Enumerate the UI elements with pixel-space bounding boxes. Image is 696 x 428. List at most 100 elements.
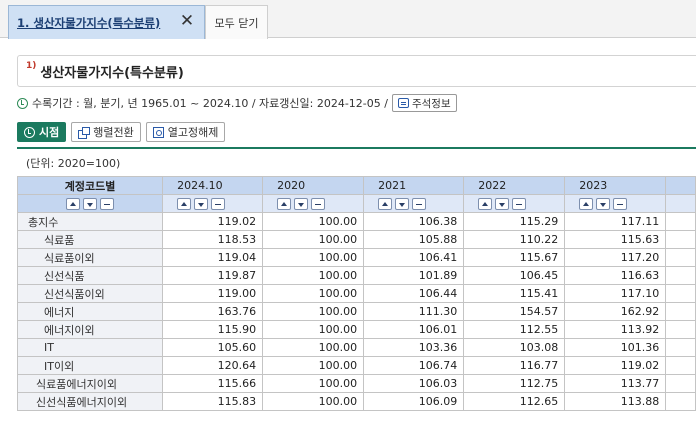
table-body: 총지수 119.02 100.00 106.38 115.29 117.11 식료품 118.…	[16, 212, 696, 411]
row-label[interactable]: 신선식품	[16, 266, 164, 285]
sort-controls	[468, 197, 560, 210]
time-point-button[interactable]: 시점	[17, 122, 67, 142]
column-header[interactable]: 2021	[363, 176, 465, 195]
value-cell: 112.65	[463, 392, 566, 411]
row-label[interactable]: 총지수	[16, 212, 164, 231]
value-cell: 100.00	[262, 392, 365, 411]
sort-ascending-icon[interactable]	[378, 197, 393, 210]
column-header-spacer	[665, 176, 696, 195]
collapse-icon[interactable]	[512, 197, 527, 210]
close-all-tabs-button[interactable]: 모두 닫기	[205, 5, 268, 39]
close-icon[interactable]: ✕	[178, 12, 196, 30]
value-cell: 119.02	[162, 212, 264, 231]
value-cell: 113.92	[564, 320, 667, 339]
collapse-icon[interactable]	[412, 197, 427, 210]
table-row: 식료품이외 119.04 100.00 106.41 115.67 117.20	[16, 248, 696, 267]
column-header[interactable]: 2020	[262, 176, 365, 195]
value-cell: 100.00	[262, 266, 365, 285]
sort-descending-icon[interactable]	[495, 197, 510, 210]
sort-controls-cell	[16, 194, 164, 213]
row-label[interactable]: IT	[16, 338, 164, 357]
value-cell: 106.03	[363, 374, 465, 393]
period-info: 수록기간 : 월, 분기, 년 1965.01 ~ 2024.10 / 자료갱신…	[32, 97, 388, 110]
value-cell: 117.10	[564, 284, 667, 303]
sort-controls-cell	[363, 194, 465, 213]
value-cell: 106.45	[463, 266, 566, 285]
table-row: 에너지이외 115.90 100.00 106.01 112.55 113.92	[16, 320, 696, 339]
pivot-button[interactable]: 행렬전환	[71, 122, 141, 142]
value-cell: 117.20	[564, 248, 667, 267]
row-label[interactable]: 식료품에너지이외	[16, 374, 164, 393]
column-header[interactable]: 2023	[564, 176, 667, 195]
value-cell: 100.00	[262, 374, 365, 393]
value-cell: 119.04	[162, 248, 264, 267]
value-cell: 106.44	[363, 284, 465, 303]
tab-label[interactable]: 1. 생산자물가지수(특수분류)	[17, 15, 160, 31]
sort-controls	[368, 197, 459, 210]
sort-ascending-icon[interactable]	[478, 197, 493, 210]
value-cell: 100.00	[262, 284, 365, 303]
table-row: 식료품 118.53 100.00 105.88 110.22 115.63	[16, 230, 696, 249]
row-label[interactable]: 에너지	[16, 302, 164, 321]
value-cell: 100.00	[262, 230, 365, 249]
tab-bar: 1. 생산자물가지수(특수분류) ✕ 모두 닫기	[0, 0, 696, 39]
row-label[interactable]: IT이외	[16, 356, 164, 375]
row-label[interactable]: 에너지이외	[16, 320, 164, 339]
sort-descending-icon[interactable]	[194, 197, 209, 210]
value-cell: 105.88	[363, 230, 465, 249]
table-row: 총지수 119.02 100.00 106.38 115.29 117.11	[16, 212, 696, 231]
controls-spacer	[665, 194, 696, 213]
value-cell: 115.41	[463, 284, 566, 303]
value-cell: 103.36	[363, 338, 465, 357]
sort-controls-cell	[162, 194, 264, 213]
sort-descending-icon[interactable]	[294, 197, 309, 210]
value-cell: 100.00	[262, 320, 365, 339]
note-info-button[interactable]: 주석정보	[391, 94, 457, 112]
row-label[interactable]: 식료품이외	[16, 248, 164, 267]
value-cell: 100.00	[262, 356, 365, 375]
value-cell: 106.01	[363, 320, 465, 339]
note-info-label: 주석정보	[411, 97, 451, 110]
table-row: 신선식품에너지이외 115.83 100.00 106.09 112.65 113.88	[16, 392, 696, 411]
comment-icon	[397, 98, 409, 108]
tab-producer-price-index[interactable]: 1. 생산자물가지수(특수분류) ✕	[8, 5, 205, 39]
sort-ascending-icon[interactable]	[579, 197, 594, 210]
collapse-icon[interactable]	[211, 197, 226, 210]
row-spacer	[665, 338, 696, 357]
row-label[interactable]: 신선식품에너지이외	[16, 392, 164, 411]
row-spacer	[665, 212, 696, 231]
column-header[interactable]: 2024.10	[162, 176, 264, 195]
value-cell: 163.76	[162, 302, 264, 321]
info-row: 수록기간 : 월, 분기, 년 1965.01 ~ 2024.10 / 자료갱신…	[17, 94, 457, 112]
value-cell: 119.87	[162, 266, 264, 285]
collapse-icon[interactable]	[311, 197, 326, 210]
value-cell: 112.75	[463, 374, 566, 393]
value-cell: 106.09	[363, 392, 465, 411]
sort-descending-icon[interactable]	[395, 197, 410, 210]
collapse-icon[interactable]	[613, 197, 628, 210]
value-cell: 112.55	[463, 320, 566, 339]
footnote-marker[interactable]: 1)	[26, 61, 36, 71]
value-cell: 119.00	[162, 284, 264, 303]
clock-icon	[17, 97, 28, 109]
value-cell: 100.00	[262, 338, 365, 357]
row-spacer	[665, 284, 696, 303]
row-spacer	[665, 356, 696, 375]
row-label[interactable]: 식료품	[16, 230, 164, 249]
sort-controls-cell	[564, 194, 667, 213]
sort-controls-cell	[262, 194, 365, 213]
row-spacer	[665, 374, 696, 393]
sort-descending-icon[interactable]	[83, 197, 98, 210]
corner-header[interactable]: 계정코드별	[16, 176, 164, 195]
table-row: 식료품에너지이외 115.66 100.00 106.03 112.75 113.77	[16, 374, 696, 393]
sort-ascending-icon[interactable]	[66, 197, 81, 210]
column-header[interactable]: 2022	[463, 176, 566, 195]
sort-controls	[22, 197, 158, 210]
unfreeze-columns-button[interactable]: 열고정해제	[145, 122, 226, 142]
collapse-icon[interactable]	[100, 197, 115, 210]
row-label[interactable]: 신선식품이외	[16, 284, 164, 303]
sort-descending-icon[interactable]	[596, 197, 611, 210]
sort-ascending-icon[interactable]	[277, 197, 292, 210]
value-cell: 116.77	[463, 356, 566, 375]
sort-ascending-icon[interactable]	[177, 197, 192, 210]
